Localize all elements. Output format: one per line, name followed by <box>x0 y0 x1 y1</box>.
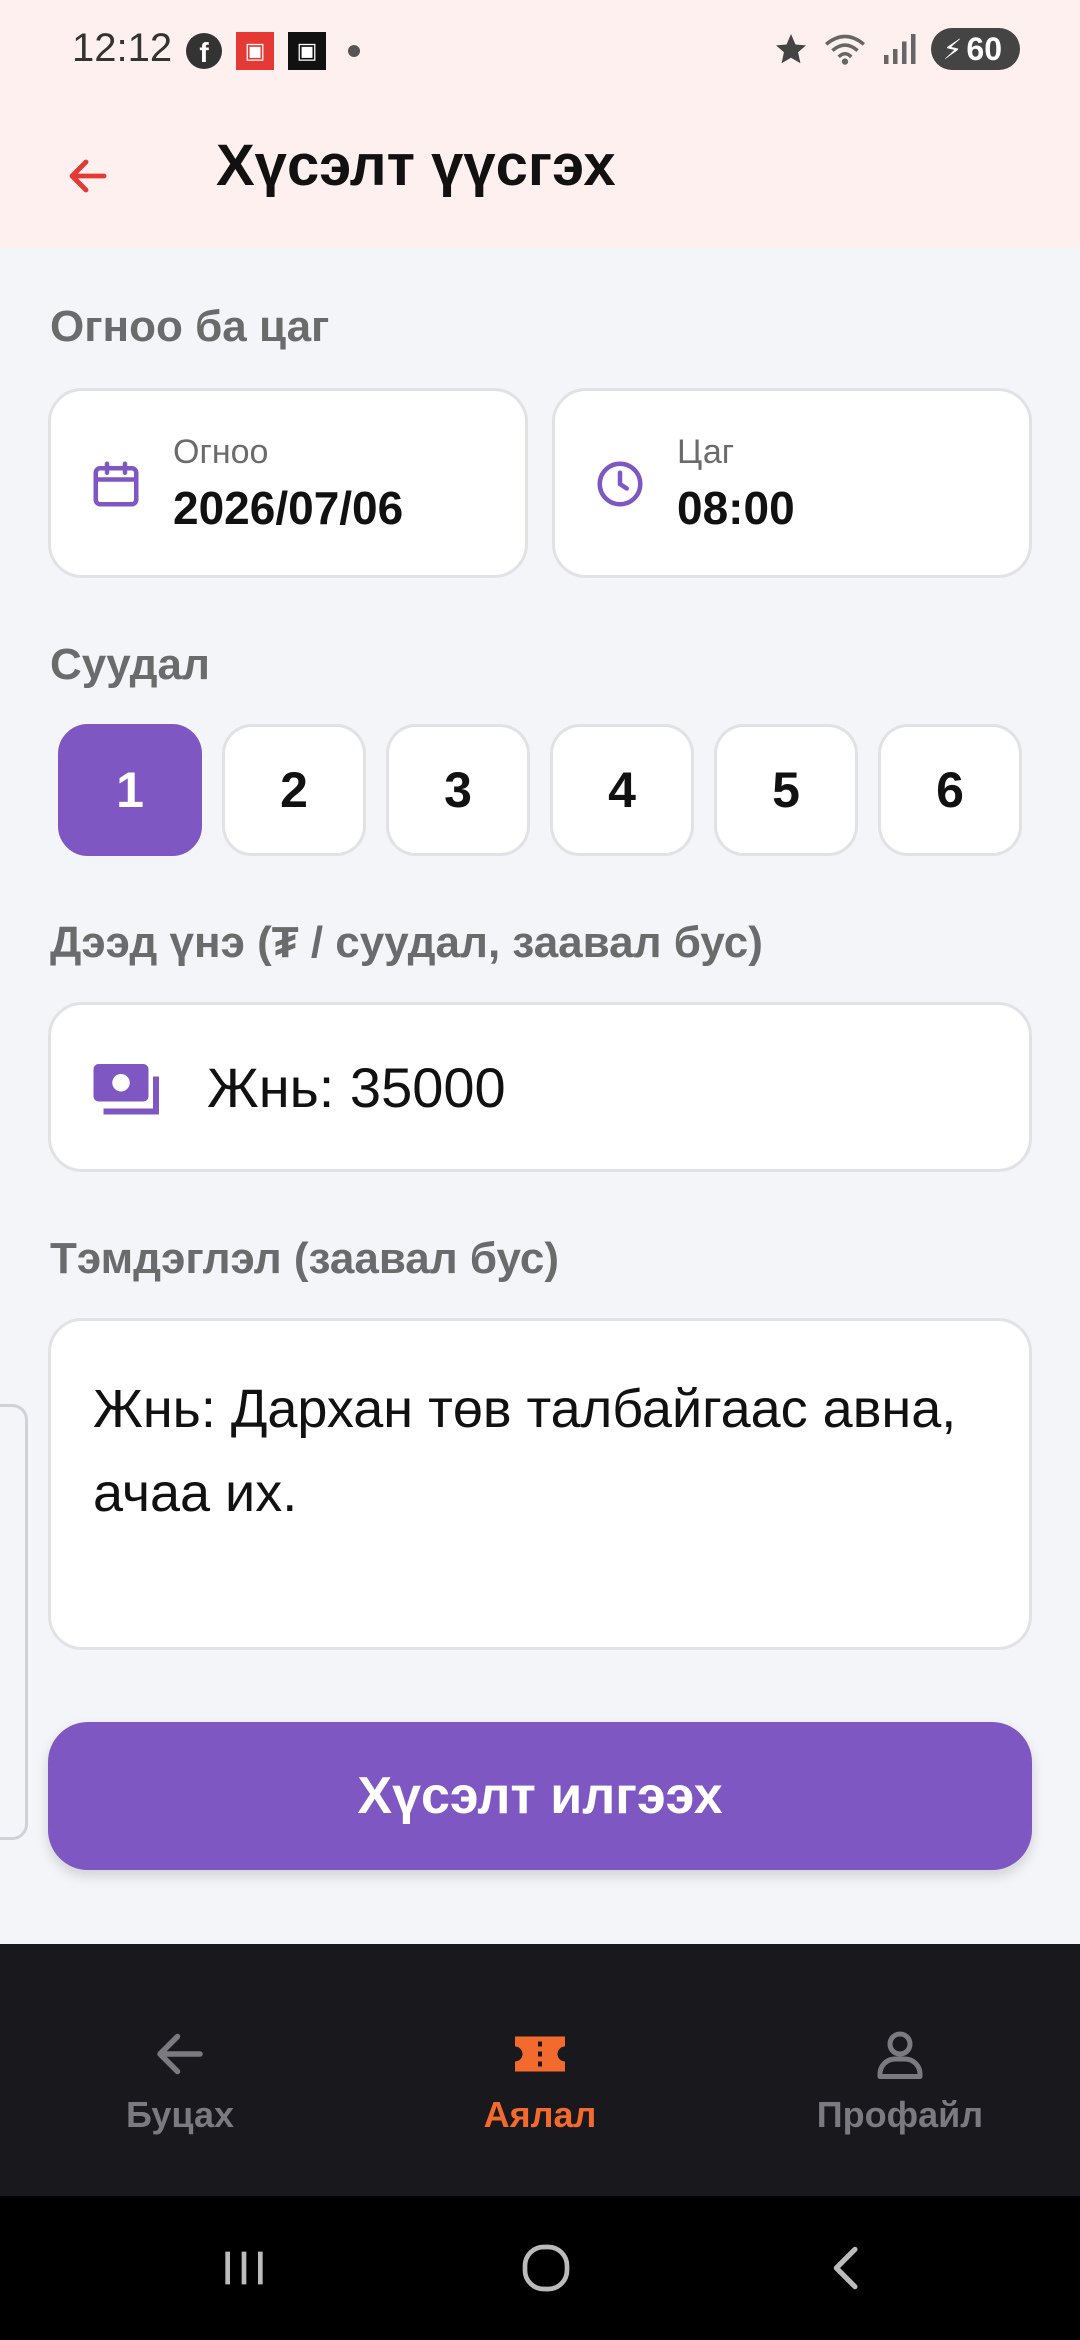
chevron-left-icon <box>833 2246 858 2290</box>
nav-label-back: Буцах <box>125 2094 235 2135</box>
nav-label-profile: Профайл <box>816 2094 984 2135</box>
home-button[interactable] <box>506 2232 586 2304</box>
seat-option-6[interactable]: 6 <box>878 724 1022 856</box>
notification-icons: f ▣ ▣ <box>186 32 360 70</box>
clock-icon <box>597 461 643 507</box>
dot-icon <box>348 45 360 57</box>
price-value: Жнь: 35000 <box>207 1056 506 1119</box>
app-icon-black: ▣ <box>288 32 326 70</box>
recent-apps-button[interactable] <box>204 2232 284 2304</box>
recents-icon <box>225 2251 263 2285</box>
status-time: 12:12 <box>72 26 173 70</box>
seats-section-label: Суудал <box>50 640 210 689</box>
note-value: Жнь: Дархан төв талбайгаас авна, ачаа их… <box>93 1379 957 1523</box>
seat-option-5[interactable]: 5 <box>714 724 858 856</box>
star-icon <box>775 34 806 64</box>
seat-option-2[interactable]: 2 <box>222 724 366 856</box>
datetime-section-label: Огноо ба цаг <box>50 302 330 351</box>
time-picker[interactable]: Цаг 08:00 <box>552 388 1032 578</box>
system-indicators: ⚡ 60 <box>773 28 1020 70</box>
price-input[interactable]: Жнь: 35000 <box>48 1002 1032 1172</box>
signal-icon <box>883 34 916 64</box>
nav-item-trips[interactable]: Аялал <box>360 1944 720 2196</box>
nav-item-back[interactable]: Буцах <box>0 1944 360 2196</box>
system-nav-bar <box>0 2196 1080 2340</box>
time-value: 08:00 <box>677 482 795 534</box>
back-button[interactable] <box>52 140 124 212</box>
nav-item-profile[interactable]: Профайл <box>720 1944 1080 2196</box>
cash-icon <box>93 1064 159 1115</box>
note-section-label: Тэмдэглэл (заавал бус) <box>50 1234 560 1283</box>
seat-option-4[interactable]: 4 <box>550 724 694 856</box>
page-title: Хүсэлт үүсгэх <box>216 133 616 198</box>
bottom-nav: Буцах Аялал Профайл <box>0 1944 1080 2196</box>
status-bar: 12:12 f ▣ ▣ ⚡ 60 <box>0 0 1080 104</box>
home-icon <box>522 2244 570 2292</box>
app-header: Хүсэлт үүсгэх <box>0 104 1080 248</box>
arrow-left-icon <box>157 2033 203 2075</box>
seat-option-1[interactable]: 1 <box>58 724 202 856</box>
note-textarea[interactable]: Жнь: Дархан төв талбайгаас авна, ачаа их… <box>48 1318 1032 1650</box>
user-icon <box>877 2031 923 2079</box>
date-label: Огноо <box>173 433 269 471</box>
battery-level: 60 <box>966 30 1002 67</box>
side-panel-handle[interactable] <box>0 1404 28 1840</box>
battery-icon: ⚡ 60 <box>930 28 1020 70</box>
wifi-icon <box>824 34 865 65</box>
time-label: Цаг <box>677 433 735 471</box>
ticket-icon <box>515 2036 565 2072</box>
system-back-button[interactable] <box>808 2232 888 2304</box>
nav-label-trips: Аялал <box>483 2094 597 2135</box>
submit-request-button[interactable]: Хүсэлт илгээх <box>48 1722 1032 1870</box>
app-icon-red: ▣ <box>236 32 274 70</box>
calendar-icon <box>93 461 139 507</box>
seat-option-3[interactable]: 3 <box>386 724 530 856</box>
date-picker[interactable]: Огноо 2026/07/06 <box>48 388 528 578</box>
date-value: 2026/07/06 <box>173 482 404 534</box>
arrow-left-icon <box>69 159 107 193</box>
facebook-icon: f <box>186 33 222 69</box>
price-section-label: Дээд үнэ (₮ / суудал, заавал бус) <box>50 918 763 967</box>
